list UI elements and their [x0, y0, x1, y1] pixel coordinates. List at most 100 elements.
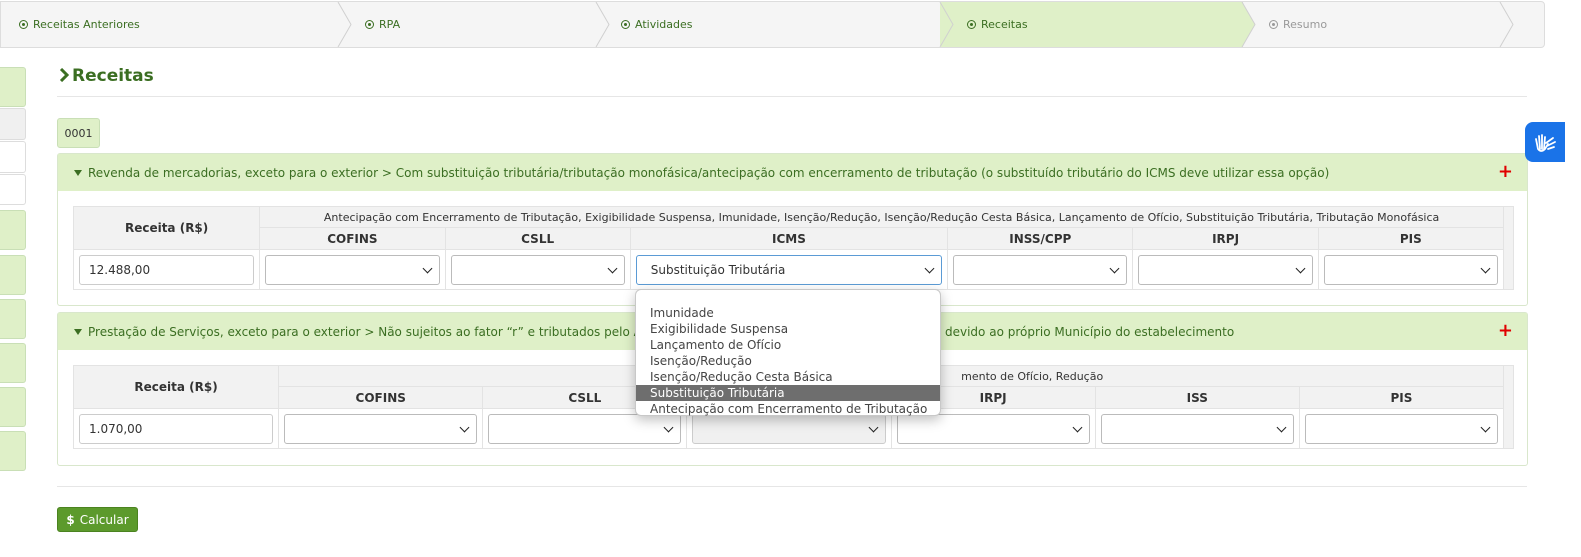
iss-select[interactable] — [1100, 413, 1294, 444]
sidebar-tab[interactable] — [0, 299, 26, 339]
step-rpa[interactable]: RPA — [339, 2, 610, 47]
scroll-cell — [1502, 206, 1515, 290]
chevron-down-icon — [459, 422, 470, 432]
chevron-down-icon — [422, 263, 432, 273]
step-label: Receitas Anteriores — [33, 18, 140, 31]
step-separator-icon — [595, 2, 610, 47]
tab-0001[interactable]: 0001 — [57, 118, 100, 148]
group-header: Antecipação com Encerramento de Tributaç… — [259, 206, 1504, 228]
icms-cell: Substituição Tributária — [629, 249, 949, 290]
pis-select[interactable] — [1304, 413, 1498, 444]
calculate-label: Calcular — [79, 512, 129, 527]
receita-input[interactable]: 1.070,00 — [79, 413, 274, 444]
cofins-select[interactable] — [265, 254, 440, 285]
inss-cpp-select[interactable] — [953, 254, 1128, 285]
irpj-select[interactable] — [1138, 254, 1313, 285]
icms-dropdown-list: Imunidade Exigibilidade Suspensa Lançame… — [635, 289, 941, 416]
iss-cell — [1094, 408, 1300, 449]
step-done-icon — [19, 20, 28, 29]
receita-cell: 1.070,00 — [72, 408, 280, 449]
pis-select[interactable] — [1323, 254, 1498, 285]
step-receitas[interactable]: Receitas — [941, 2, 1256, 47]
add-icon[interactable]: + — [1498, 161, 1513, 182]
calculate-button[interactable]: $ Calcular — [57, 507, 138, 532]
panel-header[interactable]: Revenda de mercadorias, exceto para o ex… — [58, 154, 1527, 191]
dropdown-option-exigibilidade-suspensa[interactable]: Exigibilidade Suspensa — [636, 321, 940, 337]
receita-header: Receita (R$) — [72, 365, 280, 409]
column-header-irpj: IRPJ — [1132, 227, 1319, 250]
csll-select[interactable] — [450, 254, 625, 285]
column-header-iss: ISS — [1094, 386, 1300, 409]
chevron-right-icon — [59, 67, 70, 83]
step-label: RPA — [379, 18, 401, 31]
dropdown-option-substituicao-tributaria[interactable]: Substituição Tributária — [636, 385, 940, 401]
receita-header: Receita (R$) — [72, 206, 261, 250]
activity-panel-revenda: Revenda de mercadorias, exceto para o ex… — [57, 153, 1528, 306]
dropdown-option-isencao-reducao-cesta-basica[interactable]: Isenção/Redução Cesta Básica — [636, 369, 940, 385]
receita-input[interactable]: 12.488,00 — [79, 254, 255, 285]
sidebar-tab[interactable] — [0, 255, 26, 295]
sidebar-tab[interactable] — [0, 343, 26, 383]
sidebar-tab[interactable] — [0, 387, 26, 427]
chevron-down-icon — [868, 422, 879, 432]
divider — [57, 96, 1527, 97]
chevron-down-icon — [1295, 263, 1306, 273]
chevron-down-icon — [924, 263, 935, 273]
chevron-down-icon — [1072, 422, 1083, 432]
chevron-down-icon — [607, 263, 618, 273]
sidebar-tab[interactable] — [0, 108, 26, 140]
step-label: Atividades — [635, 18, 693, 31]
add-icon[interactable]: + — [1498, 320, 1513, 341]
dollar-icon: $ — [66, 512, 75, 527]
dropdown-option-antecipacao[interactable]: Antecipação com Encerramento de Tributaç… — [636, 401, 940, 417]
pis-cell — [1298, 408, 1504, 449]
step-label: Resumo — [1283, 18, 1328, 31]
column-header-cofins: COFINS — [278, 386, 484, 409]
dropdown-option-imunidade[interactable]: Imunidade — [636, 305, 940, 321]
page-title: Receitas — [59, 66, 154, 86]
chevron-down-icon — [1276, 422, 1287, 432]
step-atividades[interactable]: Atividades — [597, 2, 954, 47]
cofins-select[interactable] — [284, 413, 478, 444]
step-done-icon — [621, 20, 630, 29]
step-label: Receitas — [981, 18, 1028, 31]
chevron-down-icon — [1480, 263, 1491, 273]
panel-title-left: Prestação de Serviços, exceto para o ext… — [88, 324, 686, 339]
select-value: Substituição Tributária — [650, 262, 786, 277]
step-separator-icon — [337, 2, 352, 47]
chevron-down-icon — [1109, 263, 1120, 273]
column-header-pis: PIS — [1298, 386, 1504, 409]
sidebar-tab[interactable] — [0, 431, 26, 471]
sign-language-accessibility-button[interactable] — [1525, 122, 1565, 162]
column-header-cofins: COFINS — [259, 227, 446, 250]
sidebar-tab[interactable] — [0, 67, 26, 107]
csll-cell — [444, 249, 631, 290]
csll-select[interactable] — [488, 413, 682, 444]
step-receitas-anteriores[interactable]: Receitas Anteriores — [1, 2, 352, 47]
sidebar-tab[interactable] — [0, 210, 26, 250]
panel-title-right: devido ao próprio Município do estabelec… — [945, 324, 1235, 339]
dropdown-option-lancamento-de-oficio[interactable]: Lançamento de Ofício — [636, 337, 940, 353]
chevron-down-icon — [663, 422, 674, 432]
app-root: Receitas Anteriores RPA Atividades Recei… — [0, 0, 1581, 557]
inss-cell — [947, 249, 1134, 290]
receita-cell: 12.488,00 — [72, 249, 261, 290]
chevron-down-icon — [1480, 422, 1491, 432]
pis-cell — [1317, 249, 1504, 290]
sidebar-tab[interactable] — [0, 174, 26, 205]
step-done-icon — [365, 20, 374, 29]
step-resumo[interactable]: Resumo — [1243, 2, 1514, 47]
icms-select[interactable]: Substituição Tributária — [635, 254, 943, 285]
page-title-text: Receitas — [72, 66, 154, 86]
divider — [57, 486, 1527, 487]
step-separator-icon — [939, 2, 954, 47]
step-separator-icon — [1241, 2, 1256, 47]
sidebar-tab[interactable] — [0, 141, 26, 173]
step-current-icon — [967, 20, 976, 29]
hidden-select[interactable] — [692, 413, 886, 444]
dropdown-option-isencao-reducao[interactable]: Isenção/Redução — [636, 353, 940, 369]
caret-down-icon — [74, 328, 82, 335]
irpj-cell — [1132, 249, 1319, 290]
caret-down-icon — [74, 169, 82, 176]
irpj-select[interactable] — [896, 413, 1090, 444]
